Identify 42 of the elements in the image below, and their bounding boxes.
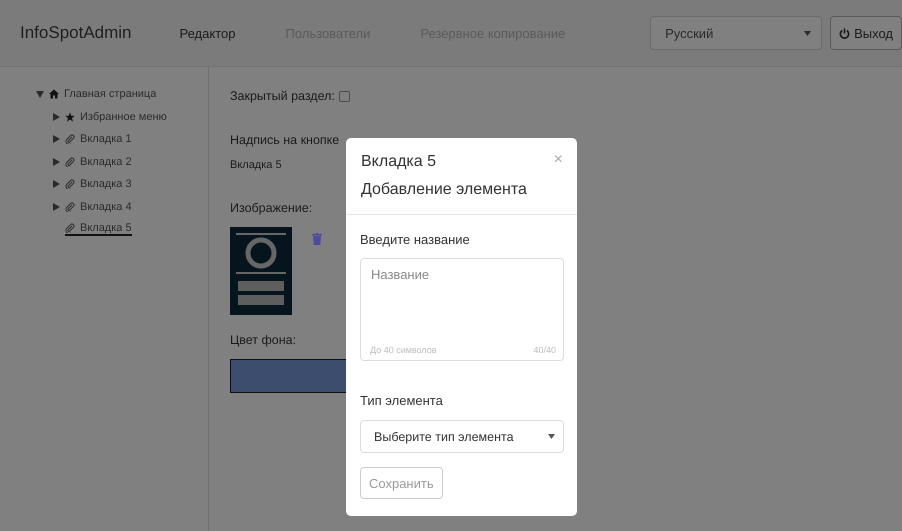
language-select[interactable]: Русский <box>650 16 822 50</box>
field-hint: До 40 символов <box>370 345 437 355</box>
field-value: Вкладка 5 <box>230 159 282 171</box>
expand-arrow-icon[interactable] <box>52 112 60 121</box>
character-counter: 40/40 <box>533 345 556 355</box>
tree-item[interactable]: Вкладка 2 <box>65 156 132 168</box>
expand-arrow-icon[interactable] <box>52 158 60 166</box>
logout-button[interactable]: Выход <box>830 16 902 50</box>
expand-arrow-icon[interactable] <box>52 202 60 211</box>
field-label: Надпись на кнопке <box>230 133 340 147</box>
type-select[interactable]: Выберите тип элемента <box>360 420 564 453</box>
tree-item[interactable]: Вкладка 3 <box>65 178 132 190</box>
paperclip-icon <box>65 134 75 144</box>
tree-item[interactable]: Главная страница <box>49 88 156 100</box>
tree-item[interactable]: Вкладка 5 <box>65 222 132 236</box>
close-button[interactable]: × <box>554 152 563 168</box>
collapse-arrow-icon[interactable] <box>36 90 44 98</box>
field-label: Тип элемента <box>360 393 444 408</box>
field-label: Цвет фона: <box>230 333 296 347</box>
nav-link[interactable]: Редактор <box>180 26 236 40</box>
star-icon <box>65 112 75 122</box>
paperclip-icon <box>65 223 75 234</box>
tree-item[interactable]: Вкладка 1 <box>65 133 132 146</box>
expand-arrow-icon[interactable] <box>52 180 60 188</box>
field-label: Изображение: <box>230 201 312 215</box>
field-label: Закрытый раздел: <box>230 89 335 103</box>
brand[interactable]: InfoSpotAdmin <box>20 23 132 43</box>
caret-icon <box>804 30 812 36</box>
paperclip-icon <box>65 179 75 190</box>
tree-item[interactable]: Вкладка 4 <box>65 200 132 213</box>
save-button[interactable]: Сохранить <box>360 467 443 499</box>
tree-item[interactable]: Избранное меню <box>65 110 167 123</box>
modal-title: Вкладка 5 <box>361 152 438 172</box>
power-icon <box>839 28 850 38</box>
modal-subtitle: Добавление элемента <box>361 180 528 200</box>
home-icon <box>49 89 59 100</box>
paperclip-icon <box>65 202 75 212</box>
paperclip-icon <box>65 156 75 167</box>
expand-arrow-icon[interactable] <box>52 135 60 144</box>
field-label: Введите название <box>360 232 471 247</box>
caret-icon <box>548 434 555 439</box>
checkbox[interactable] <box>338 90 350 102</box>
